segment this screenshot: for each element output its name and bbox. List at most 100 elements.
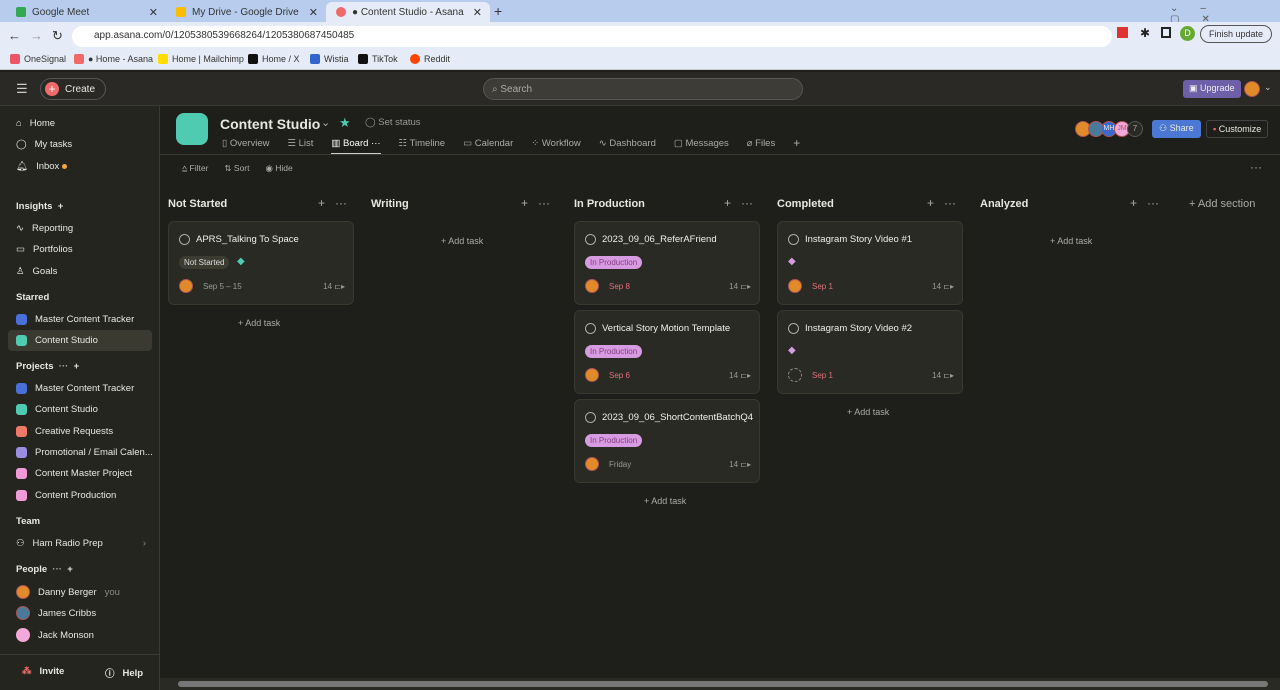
invite-button[interactable]: ⁂ Invite (22, 666, 64, 677)
section-people[interactable]: People ··· + (16, 564, 73, 575)
tab-google-drive[interactable]: My Drive - Google Drive ✕ (166, 2, 326, 22)
due-date[interactable]: Sep 1 (812, 371, 833, 380)
upgrade-button[interactable]: ▣ Upgrade (1183, 80, 1241, 98)
plus-icon[interactable]: + (74, 361, 80, 372)
add-task-button[interactable]: + Add task (238, 318, 280, 328)
sidebar-project-item[interactable]: Content Production (16, 490, 116, 501)
bookmark[interactable]: Home / X (248, 54, 300, 64)
more-icon[interactable]: ··· (1147, 196, 1159, 210)
plus-icon[interactable]: + (724, 196, 731, 210)
complete-checkbox[interactable] (788, 323, 799, 334)
avatar[interactable] (585, 457, 599, 471)
tab-board[interactable]: ▥ Board ··· (331, 138, 381, 155)
tab-dashboard[interactable]: ∿ Dashboard (599, 138, 656, 155)
complete-checkbox[interactable] (585, 323, 596, 334)
star-icon[interactable]: ★ (339, 115, 351, 131)
column-header[interactable]: Completed (777, 198, 834, 210)
subtask-count[interactable]: 14 ⊏▸ (932, 282, 954, 291)
profile-avatar[interactable]: D (1180, 26, 1195, 41)
bookmark[interactable]: OneSignal (10, 54, 66, 64)
tab-list[interactable]: ☰ List (287, 138, 313, 155)
tab-timeline[interactable]: ☷ Timeline (399, 138, 446, 155)
user-avatar[interactable] (1244, 81, 1260, 97)
subtask-count[interactable]: 14 ⊏▸ (729, 460, 751, 469)
column-header[interactable]: In Production (574, 198, 645, 210)
avatar[interactable] (585, 368, 599, 382)
sidebar-item-inbox[interactable]: 🔔︎ Inbox (16, 161, 68, 172)
avatar[interactable] (788, 279, 802, 293)
due-date[interactable]: Sep 8 (609, 282, 630, 291)
section-projects[interactable]: Projects ··· + (16, 361, 79, 372)
member-avatars[interactable]: MH JM 7 (1075, 121, 1143, 137)
search-input[interactable]: ⌕ Search (483, 78, 803, 100)
complete-checkbox[interactable] (585, 412, 596, 423)
customize-button[interactable]: ▪ Customize (1206, 120, 1269, 138)
more-icon[interactable]: ··· (47, 564, 67, 575)
bookmark[interactable]: TikTok (358, 54, 398, 64)
tab-google-meet[interactable]: Google Meet ✕ (6, 2, 166, 22)
plus-icon[interactable]: + (318, 196, 325, 210)
column-header[interactable]: Analyzed (980, 198, 1028, 210)
sidebar-item-goals[interactable]: ♙ Goals (16, 266, 57, 277)
url-field[interactable]: app.asana.com/0/1205380539668264/1205380… (72, 26, 1112, 47)
sidebar-team-item[interactable]: ⚇ Ham Radio Prep › (16, 538, 146, 549)
task-card[interactable]: 2023_09_06_ReferAFriend In Production Sep … (574, 221, 760, 305)
avatar[interactable] (585, 279, 599, 293)
sidebar-starred-item-active[interactable]: Content Studio (16, 335, 98, 346)
plus-icon[interactable]: + (55, 201, 64, 212)
extension-icon[interactable] (1117, 27, 1128, 38)
close-icon[interactable]: ✕ (473, 6, 482, 19)
more-icon[interactable]: ··· (335, 196, 347, 210)
plus-icon[interactable]: + (927, 196, 934, 210)
tab-messages[interactable]: ▢ Messages (674, 138, 729, 155)
add-task-button[interactable]: + Add task (1050, 236, 1092, 246)
complete-checkbox[interactable] (179, 234, 190, 245)
more-icon[interactable]: ··· (944, 196, 956, 210)
sidebar-item-reporting[interactable]: ∿ Reporting (16, 223, 73, 234)
horizontal-scrollbar[interactable] (160, 678, 1280, 690)
complete-checkbox[interactable] (585, 234, 596, 245)
plus-icon[interactable]: + (521, 196, 528, 210)
more-icon[interactable]: ··· (54, 361, 74, 372)
sidebar-item-my-tasks[interactable]: ◯ My tasks (16, 139, 72, 150)
sidebar-project-item[interactable]: Master Content Tracker (16, 383, 134, 394)
task-card[interactable]: Vertical Story Motion Template In Product… (574, 310, 760, 394)
plus-icon[interactable]: + (1130, 196, 1137, 210)
task-card[interactable]: Instagram Story Video #1 ◆ Sep 1 14 ⊏▸ (777, 221, 963, 305)
add-task-button[interactable]: + Add task (441, 236, 483, 246)
more-icon[interactable]: ··· (538, 196, 550, 210)
chevron-down-icon[interactable]: ⌄ (321, 116, 330, 129)
share-button[interactable]: ⚇ Share (1152, 120, 1201, 138)
task-card[interactable]: 2023_09_06_ShortContentBatchQ4 In Product… (574, 399, 760, 483)
sidebar-person[interactable]: Jack Monson (16, 628, 94, 642)
tab-files[interactable]: ⌀ Files (747, 138, 775, 155)
add-tab-button[interactable]: + (793, 136, 800, 155)
sidebar-project-item[interactable]: Creative Requests (16, 426, 113, 437)
back-icon[interactable]: ← (8, 28, 21, 43)
tab-workflow[interactable]: ⁘ Workflow (531, 138, 581, 155)
sidebar-project-item[interactable]: Promotional / Email Calen... (16, 447, 153, 458)
bookmark[interactable]: Home | Mailchimp (158, 54, 244, 64)
menu-icon[interactable]: ☰ (16, 81, 28, 97)
bookmark[interactable]: Reddit (410, 54, 450, 64)
plus-icon[interactable]: + (67, 564, 73, 575)
puzzle-icon[interactable]: ✱ (1140, 26, 1150, 40)
project-title[interactable]: Content Studio (220, 116, 320, 132)
tab-overview[interactable]: ▯ Overview (222, 138, 269, 155)
subtask-count[interactable]: 14 ⊏▸ (932, 371, 954, 380)
sidebar-project-item[interactable]: Content Master Project (16, 468, 132, 479)
more-icon[interactable]: ··· (1250, 160, 1262, 174)
add-task-button[interactable]: + Add task (644, 496, 686, 506)
filter-button[interactable]: ⩠ Filter (182, 163, 208, 174)
sidebar-item-home[interactable]: ⌂ Home (16, 118, 55, 129)
close-icon[interactable]: ✕ (309, 6, 318, 19)
chevron-down-icon[interactable]: ⌄ (1264, 82, 1272, 93)
sidebar-project-item[interactable]: Content Studio (16, 404, 98, 415)
subtask-count[interactable]: 14 ⊏▸ (729, 371, 751, 380)
set-status-button[interactable]: ◯ Set status (365, 117, 421, 128)
forward-icon[interactable]: → (30, 28, 43, 43)
more-icon[interactable]: ··· (741, 196, 753, 210)
due-date[interactable]: Sep 5 – 15 (203, 282, 242, 291)
task-card[interactable]: Instagram Story Video #2 ◆ Sep 1 14 ⊏▸ (777, 310, 963, 394)
reload-icon[interactable]: ↻ (52, 28, 63, 44)
